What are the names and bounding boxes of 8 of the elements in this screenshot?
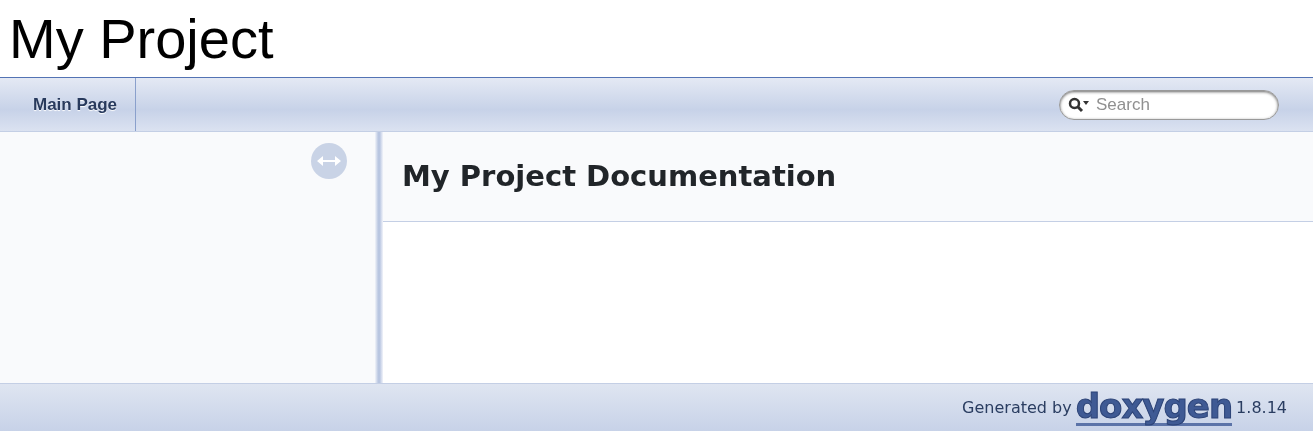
version-text: 1.8.14 <box>1236 396 1287 419</box>
doxygen-logo[interactable]: doxygen <box>1075 389 1233 426</box>
generated-by-text: Generated by <box>962 396 1072 419</box>
search-field[interactable]: Search <box>1059 89 1279 120</box>
page-title: My Project Documentation <box>402 159 837 194</box>
sync-icon[interactable] <box>311 143 347 179</box>
splitter-handle[interactable] <box>375 132 383 383</box>
main-page-tab[interactable]: Main Page <box>0 78 137 131</box>
